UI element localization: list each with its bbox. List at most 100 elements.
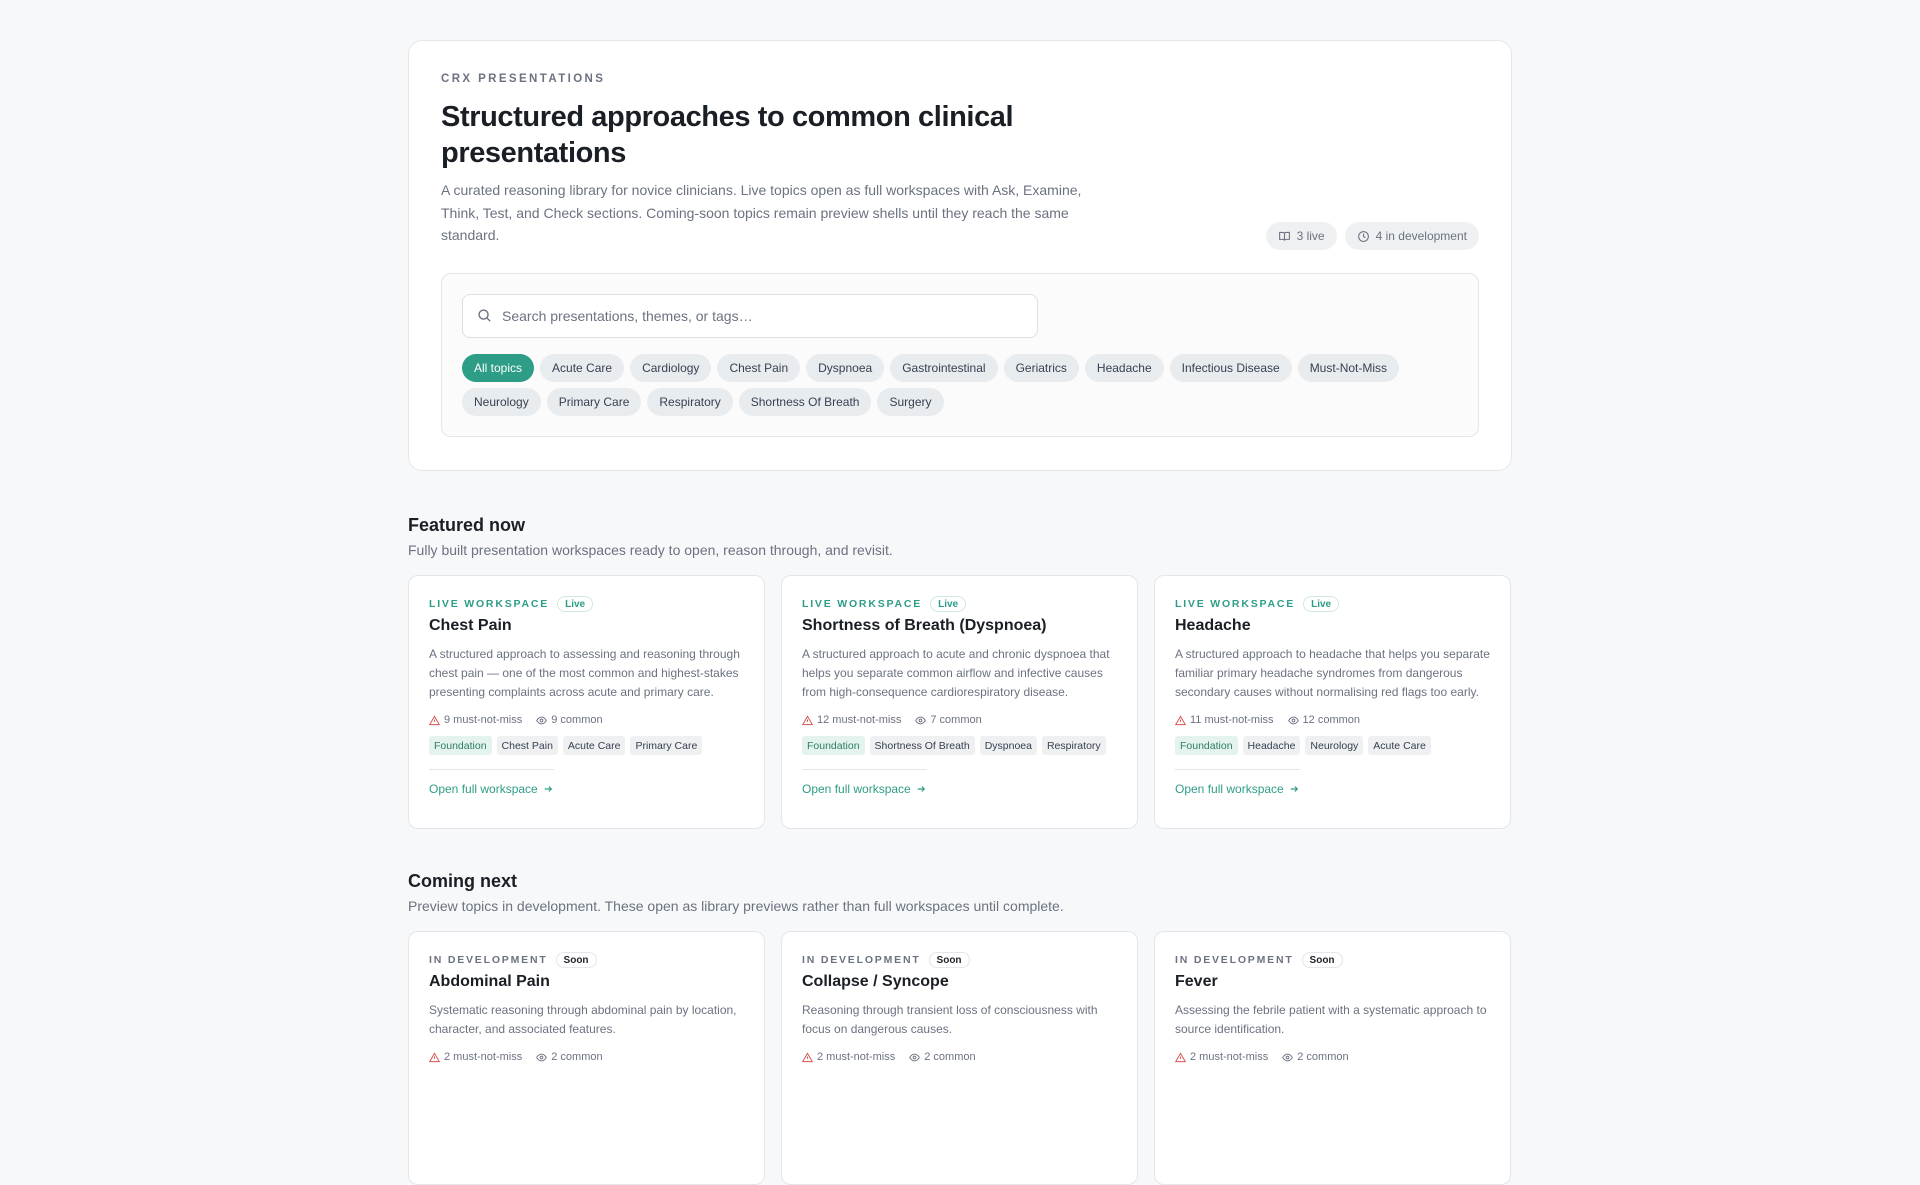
common-count: 2 common xyxy=(536,1051,603,1063)
card-kicker: IN DEVELOPMENT xyxy=(1175,954,1294,966)
tag: Foundation xyxy=(429,736,492,755)
alert-triangle-icon xyxy=(1175,714,1186,725)
open-workspace-link[interactable]: Open full workspace xyxy=(1175,782,1490,796)
tag: Dyspnoea xyxy=(979,736,1037,755)
card-title: Fever xyxy=(1175,973,1218,990)
filter-chip[interactable]: Acute Care xyxy=(540,353,625,382)
card-title: Chest Pain xyxy=(429,617,512,634)
common-label: 2 common xyxy=(1297,1051,1349,1063)
card-header: IN DEVELOPMENT Soon xyxy=(802,952,1117,968)
card-header: LIVE WORKSPACE Live xyxy=(802,596,1117,612)
card-title: Collapse / Syncope xyxy=(802,973,949,990)
card-title: Headache xyxy=(1175,617,1251,634)
must-not-miss-count: 2 must-not-miss xyxy=(802,1051,895,1063)
filter-chip[interactable]: Must-Not-Miss xyxy=(1297,353,1400,382)
alert-triangle-icon xyxy=(802,714,813,725)
common-label: 2 common xyxy=(551,1051,603,1063)
filter-chip[interactable]: Chest Pain xyxy=(717,353,801,382)
page-container: CRX PRESENTATIONS Structured approaches … xyxy=(408,40,1512,1185)
common-label: 12 common xyxy=(1302,714,1361,726)
card-divider xyxy=(1175,769,1300,770)
eye-icon xyxy=(1287,716,1299,724)
tag: Shortness Of Breath xyxy=(869,736,975,755)
search-input[interactable] xyxy=(502,307,1023,324)
card-metrics: 2 must-not-miss 2 common xyxy=(429,1051,744,1063)
preview-card[interactable]: IN DEVELOPMENT Soon Abdominal Pain Systemat… xyxy=(408,931,765,1185)
common-label: 7 common xyxy=(930,714,982,726)
card-description: Systematic reasoning through abdominal p… xyxy=(429,1003,737,1036)
workspace-card[interactable]: LIVE WORKSPACE Live Shortness of Breath (D… xyxy=(781,575,1138,829)
dev-count-label: 4 in development xyxy=(1375,229,1467,243)
filter-chip[interactable]: Geriatrics xyxy=(1003,353,1079,382)
coming-heading: Coming next xyxy=(408,871,518,891)
card-header: IN DEVELOPMENT Soon xyxy=(429,952,744,968)
coming-subtitle: Preview topics in development. These ope… xyxy=(408,898,1064,914)
common-count: 12 common xyxy=(1287,714,1361,726)
alert-triangle-icon xyxy=(1175,1051,1186,1062)
card-description: Reasoning through transient loss of cons… xyxy=(802,1003,1098,1036)
arrow-right-icon xyxy=(544,786,552,792)
tag: Acute Care xyxy=(562,736,626,755)
filter-chip[interactable]: Shortness Of Breath xyxy=(738,387,872,416)
filter-chip[interactable]: Primary Care xyxy=(546,387,642,416)
must-not-miss-label: 12 must-not-miss xyxy=(817,714,902,726)
live-count-badge: 3 live xyxy=(1265,222,1337,250)
filter-panel: All topicsAcute CareCardiologyChest Pain… xyxy=(441,272,1479,437)
card-tags: Foundation Chest Pain Acute Care Primary Ca… xyxy=(429,736,744,755)
eye-icon xyxy=(536,1053,548,1061)
status-badge: Soon xyxy=(555,952,597,968)
tag: Foundation xyxy=(802,736,865,755)
filter-chip[interactable]: All topics xyxy=(462,353,535,382)
filter-chip[interactable]: Infectious Disease xyxy=(1169,353,1292,382)
page-description: A curated reasoning library for novice c… xyxy=(441,182,1082,243)
featured-cards: LIVE WORKSPACE Live Chest Pain A structured… xyxy=(408,575,1512,829)
filter-chip[interactable]: Surgery xyxy=(877,387,944,416)
page-title: Structured approaches to common clinical… xyxy=(441,101,1014,169)
open-workspace-link[interactable]: Open full workspace xyxy=(429,782,744,796)
workspace-card[interactable]: LIVE WORKSPACE Live Chest Pain A structured… xyxy=(408,575,765,829)
must-not-miss-label: 2 must-not-miss xyxy=(444,1051,523,1063)
card-divider xyxy=(802,769,927,770)
card-description: Assessing the febrile patient with a sys… xyxy=(1175,1003,1487,1036)
arrow-right-icon xyxy=(917,786,925,792)
card-kicker: LIVE WORKSPACE xyxy=(429,598,550,610)
preview-card[interactable]: IN DEVELOPMENT Soon Collapse / Syncope Reas… xyxy=(781,931,1138,1185)
filter-chip[interactable]: Headache xyxy=(1084,353,1164,382)
common-label: 2 common xyxy=(924,1051,976,1063)
dev-count-badge: 4 in development xyxy=(1344,222,1479,250)
card-kicker: LIVE WORKSPACE xyxy=(802,598,923,610)
card-metrics: 2 must-not-miss 2 common xyxy=(802,1051,1117,1063)
featured-subtitle: Fully built presentation workspaces read… xyxy=(408,542,893,558)
filter-chip[interactable]: Respiratory xyxy=(647,387,733,416)
live-count-label: 3 live xyxy=(1296,229,1325,243)
card-header: LIVE WORKSPACE Live xyxy=(429,596,744,612)
must-not-miss-label: 2 must-not-miss xyxy=(1190,1051,1269,1063)
eye-icon xyxy=(909,1053,921,1061)
filter-chip[interactable]: Gastrointestinal xyxy=(890,353,998,382)
alert-triangle-icon xyxy=(802,1051,813,1062)
eye-icon xyxy=(915,716,927,724)
coming-section: Coming next Preview topics in developmen… xyxy=(408,871,1512,1185)
must-not-miss-count: 2 must-not-miss xyxy=(1175,1051,1268,1063)
common-count: 7 common xyxy=(915,714,982,726)
card-kicker: IN DEVELOPMENT xyxy=(429,954,548,966)
coming-cards: IN DEVELOPMENT Soon Abdominal Pain Systemat… xyxy=(408,931,1512,1185)
card-header: IN DEVELOPMENT Soon xyxy=(1175,952,1490,968)
search-box[interactable] xyxy=(462,293,1038,338)
workspace-card[interactable]: LIVE WORKSPACE Live Headache A structured a… xyxy=(1154,575,1511,829)
card-description: A structured approach to assessing and r… xyxy=(429,647,740,699)
card-title: Shortness of Breath (Dyspnoea) xyxy=(802,617,1047,634)
filter-chip[interactable]: Cardiology xyxy=(630,353,712,382)
must-not-miss-label: 2 must-not-miss xyxy=(817,1051,896,1063)
card-header: LIVE WORKSPACE Live xyxy=(1175,596,1490,612)
common-count: 9 common xyxy=(536,714,603,726)
preview-card[interactable]: IN DEVELOPMENT Soon Fever Assessing the feb… xyxy=(1154,931,1511,1185)
tag: Acute Care xyxy=(1368,736,1431,755)
common-label: 9 common xyxy=(551,714,603,726)
alert-triangle-icon xyxy=(429,714,440,725)
tag: Primary Care xyxy=(630,736,703,755)
open-workspace-link[interactable]: Open full workspace xyxy=(802,782,1117,796)
filter-chip[interactable]: Dyspnoea xyxy=(806,353,885,382)
filter-chip[interactable]: Neurology xyxy=(462,387,541,416)
open-workspace-label: Open full workspace xyxy=(1175,782,1284,796)
